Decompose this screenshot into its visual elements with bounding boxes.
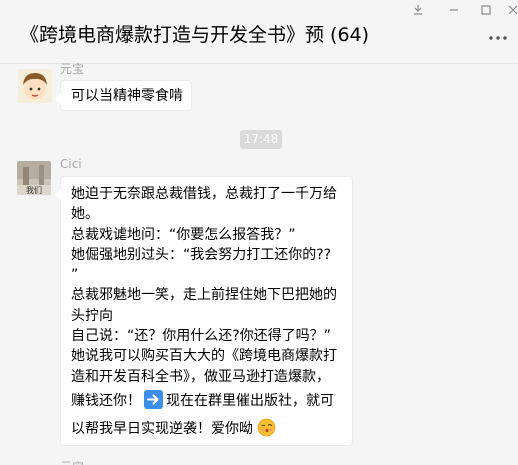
chat-header: 《跨境电商爆款打造与开发全书》预 (64) [0, 0, 518, 64]
sender-name: 元宝 [60, 458, 84, 465]
message-line: 自己说：“还？你用什么还?你还得了吗？” [71, 328, 331, 345]
message-line: 她说我可以购买百大大的《跨境电商爆款打 [71, 348, 337, 365]
message-text: 赚钱还你！ [71, 392, 141, 409]
message-bubble[interactable]: 她迫于无奈跟总裁借钱，总裁打了一千万给 她。 总裁戏谑地问：“你要怎么报答我？”… [55, 176, 353, 446]
svg-text:我们: 我们 [26, 185, 42, 195]
sender-name: Cici [60, 157, 82, 171]
message-line: 她迫于无奈跟总裁借钱，总裁打了一千万给 [71, 186, 337, 202]
right-arrow-icon [144, 389, 163, 409]
sender-name: 元宝 [60, 62, 85, 76]
message-line: ” [71, 267, 79, 284]
timestamp-chip: 17:48 [240, 130, 282, 149]
message-line: 总裁邪魅地一笑，走上前捏住她下巴把她的 [71, 287, 337, 304]
message-text: 现在在群里催出版社，就可 [166, 392, 334, 409]
maximize-icon[interactable] [478, 2, 494, 18]
message-line: 她倔强地别过头：“我会努力打工还你的?? [71, 246, 332, 263]
close-icon[interactable] [505, 2, 518, 18]
message-line: 头拧向 [71, 307, 113, 324]
avatar[interactable]: 我们 [17, 161, 51, 195]
minimize-icon[interactable] [446, 2, 462, 18]
message-text: 以帮我早日实现逆袭！爱你呦 [71, 420, 253, 437]
message-line: 赚钱还你！ 现在在群里催出版社，就可 [71, 387, 342, 415]
pin-icon[interactable] [410, 2, 426, 18]
message-bubble[interactable]: 可以当精神零食啃 [55, 80, 192, 111]
message-text: 可以当精神零食啃 [71, 88, 183, 104]
chat-title[interactable]: 《跨境电商爆款打造与开发全书》预 (64) [20, 20, 369, 47]
message-line: 她。 [71, 206, 99, 223]
message-line: 造和开发百科全书》，做亚马逊打造爆款， [71, 368, 330, 385]
message-line: 总裁戏谑地问：“你要怎么报答我？” [71, 226, 296, 243]
avatar[interactable] [18, 69, 52, 103]
kiss-face-icon [257, 418, 276, 437]
message-line: 以帮我早日实现逆袭！爱你呦 [71, 415, 342, 443]
more-options-icon[interactable] [486, 30, 510, 46]
